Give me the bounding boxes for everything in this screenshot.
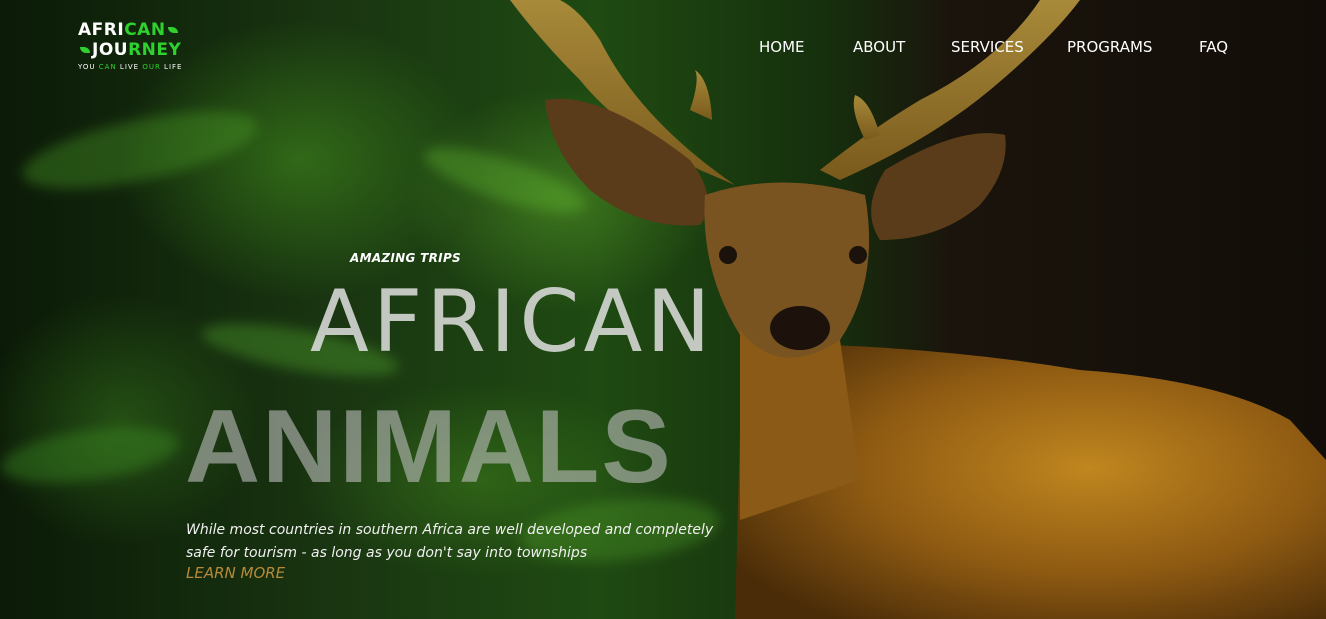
- hero-title-line2: ANIMALS: [185, 389, 673, 505]
- leaf-icon: [167, 27, 178, 33]
- nav-faq[interactable]: FAQ: [1199, 38, 1228, 56]
- hero-eyebrow: AMAZING TRIPS: [350, 251, 461, 265]
- nav-programs[interactable]: PROGRAMS: [1067, 38, 1152, 56]
- nav-about[interactable]: ABOUT: [853, 38, 905, 56]
- nav-services[interactable]: SERVICES: [951, 38, 1024, 56]
- brand-name-line1: AFRICAN: [78, 20, 182, 40]
- hero-title-line1: AFRICAN: [310, 272, 715, 372]
- learn-more-link[interactable]: LEARN MORE: [186, 564, 285, 582]
- main-nav: HOME ABOUT SERVICES PROGRAMS FAQ: [0, 38, 1326, 58]
- hero-description: While most countries in southern Africa …: [186, 522, 714, 561]
- brand-tagline: YOU CAN LIVE OUR LIFE: [78, 63, 183, 71]
- nav-home[interactable]: HOME: [759, 38, 805, 56]
